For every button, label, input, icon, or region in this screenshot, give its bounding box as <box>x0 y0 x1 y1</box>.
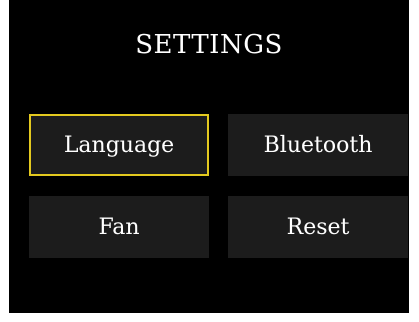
fan-button[interactable]: Fan <box>29 196 209 258</box>
page-title: SETTINGS <box>135 30 283 60</box>
language-button-label: Language <box>63 132 175 158</box>
reset-button-label: Reset <box>286 214 350 240</box>
language-button[interactable]: Language <box>29 114 209 176</box>
bluetooth-button[interactable]: Bluetooth <box>228 114 408 176</box>
fan-button-label: Fan <box>98 214 140 240</box>
settings-screen: SETTINGS Language Bluetooth Fan Reset <box>9 0 409 313</box>
bluetooth-button-label: Bluetooth <box>263 132 373 158</box>
reset-button[interactable]: Reset <box>228 196 408 258</box>
